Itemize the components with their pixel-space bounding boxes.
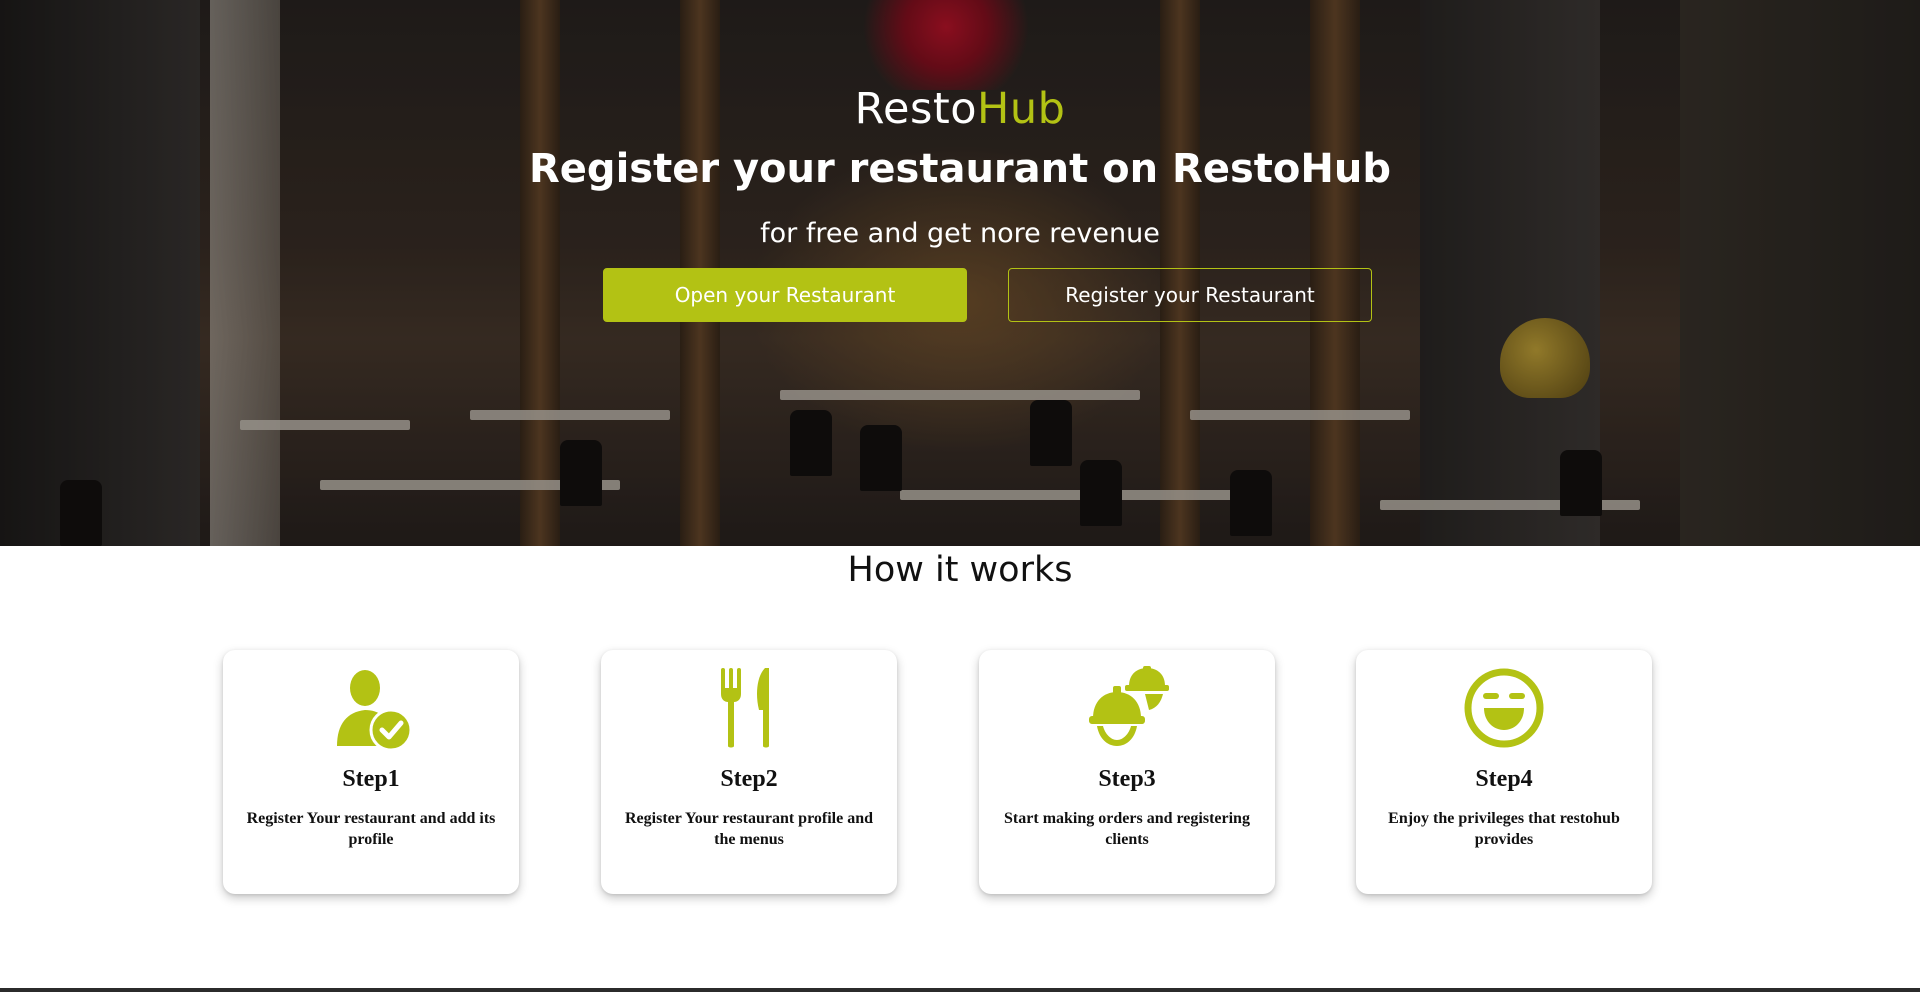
step-card-1: Step1 Register Your restaurant and add i… — [223, 650, 519, 894]
step-description: Enjoy the privileges that restohub provi… — [1388, 810, 1620, 848]
how-it-works-title: How it works — [847, 550, 1073, 590]
brand-logo: RestoHub — [0, 84, 1920, 134]
step-description: Register Your restaurant profile and the… — [625, 810, 873, 848]
step-title: Step2 — [720, 766, 778, 792]
step-title: Step4 — [1475, 766, 1533, 792]
hero-section: RestoHub Register your restaurant on Res… — [0, 0, 1920, 546]
open-restaurant-button[interactable]: Open your Restaurant — [603, 268, 967, 322]
brand-logo-part1: Resto — [854, 84, 978, 134]
hero-subline: for free and get nore revenue — [760, 218, 1160, 249]
fork-knife-icon — [721, 668, 769, 748]
brand-logo-part2: Hub — [977, 84, 1066, 134]
register-restaurant-button[interactable]: Register your Restaurant — [1008, 268, 1372, 322]
step-title: Step1 — [342, 766, 400, 792]
laughing-face-icon — [1464, 668, 1544, 748]
helmet-icon — [1089, 666, 1169, 746]
hero-headline: Register your restaurant on RestoHub — [529, 146, 1391, 192]
step-card-4: Step4 Enjoy the privileges that restohub… — [1356, 650, 1652, 894]
step-card-3: Step3 Start making orders and registerin… — [979, 650, 1275, 894]
page-bottom-border — [0, 988, 1920, 992]
step-title: Step3 — [1098, 766, 1156, 792]
step-description: Register Your restaurant and add its pro… — [246, 810, 496, 848]
step-description: Start making orders and registering clie… — [1004, 810, 1250, 848]
user-check-icon — [337, 670, 413, 750]
step-card-2: Step2 Register Your restaurant profile a… — [601, 650, 897, 894]
